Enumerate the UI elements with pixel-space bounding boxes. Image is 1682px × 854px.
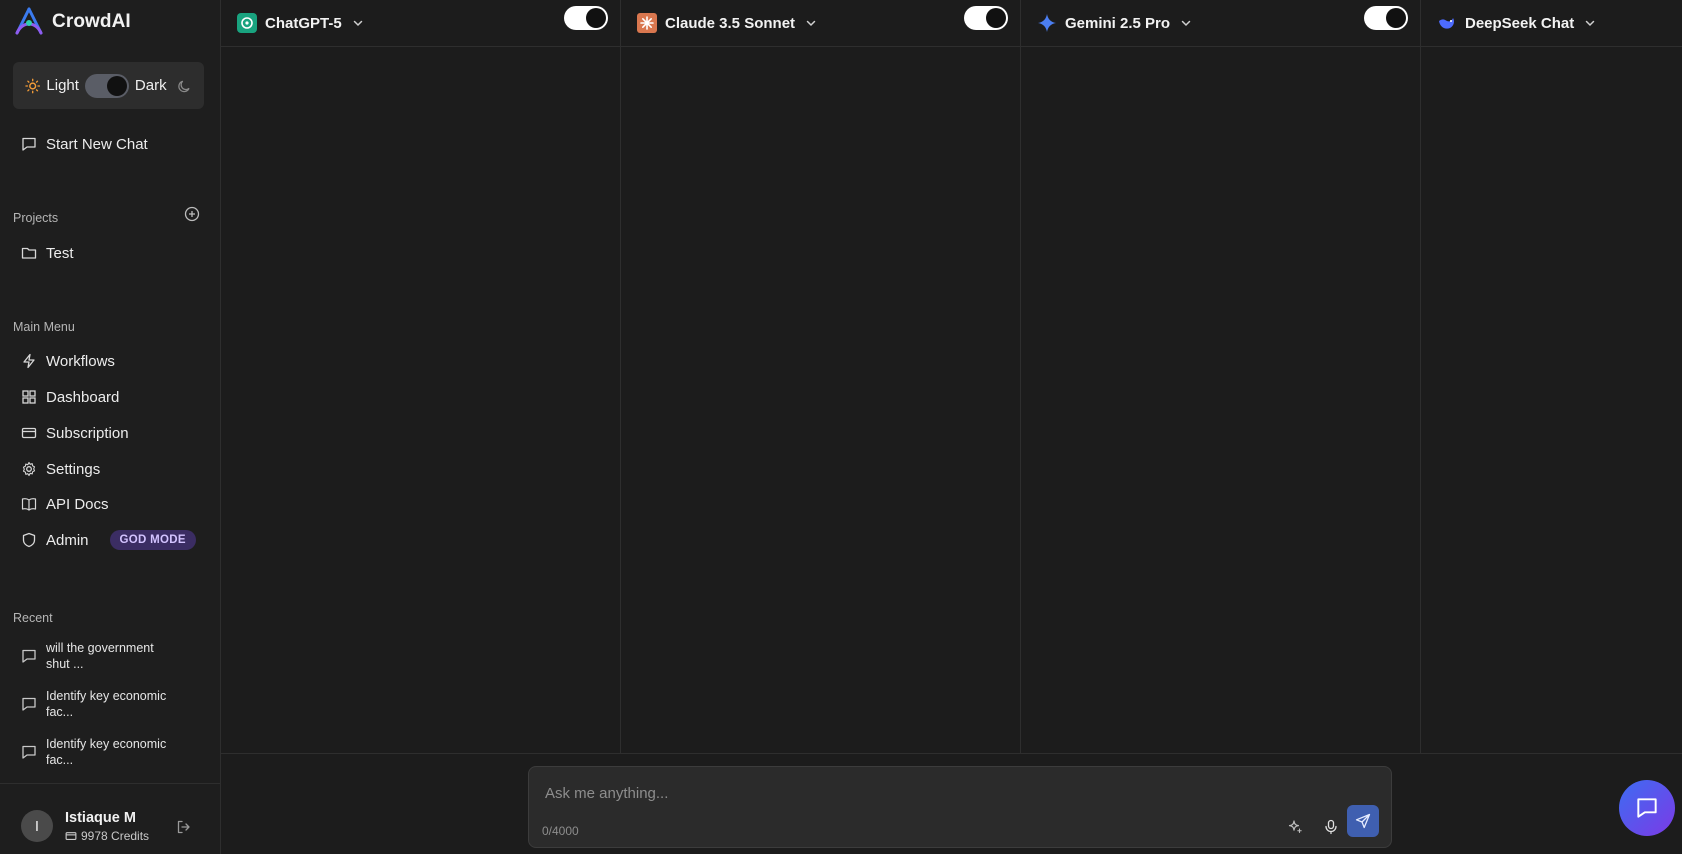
chat-bubble-icon	[22, 697, 36, 711]
chat-bubble-icon	[22, 745, 36, 759]
logout-button[interactable]	[176, 819, 192, 840]
chevron-down-icon[interactable]	[1584, 17, 1596, 29]
sidebar-item-label: Admin	[46, 531, 89, 549]
message-square-icon	[1637, 798, 1657, 818]
support-chat-button[interactable]	[1619, 780, 1675, 836]
model-selector[interactable]: ChatGPT-5	[265, 15, 342, 32]
app-name: CrowdAI	[52, 11, 131, 32]
brand[interactable]: CrowdAI	[12, 6, 131, 38]
book-icon	[21, 498, 37, 511]
theme-toggle[interactable]	[84, 73, 129, 98]
model-enable-toggle[interactable]	[564, 6, 608, 30]
sidebar-item-admin[interactable]: Admin GOD MODE	[21, 528, 196, 552]
plus-circle-icon	[184, 206, 200, 222]
sidebar-item-settings[interactable]: Settings	[21, 457, 100, 481]
user-credits: 9978 Credits	[65, 829, 149, 843]
grid-icon	[22, 390, 36, 404]
light-label: Light	[46, 77, 79, 94]
sun-icon[interactable]	[25, 78, 41, 94]
user-profile: I Istiaque M 9978 Credits	[0, 783, 221, 854]
recent-chat-line1: Identify key economic	[46, 737, 167, 751]
project-item-test[interactable]: Test	[21, 241, 74, 265]
sidebar-item-subscription[interactable]: Subscription	[21, 421, 129, 445]
chat-bubble-icon	[22, 649, 36, 663]
crowdai-logo-icon	[15, 7, 43, 35]
deepseek-icon	[1439, 18, 1454, 29]
theme-switcher: Light Dark	[13, 62, 204, 109]
model-column-deepseek: DeepSeek Chat	[1421, 0, 1682, 754]
send-icon	[1355, 813, 1371, 829]
avatar[interactable]: I	[21, 810, 53, 842]
sidebar-item-api-docs[interactable]: API Docs	[21, 492, 109, 516]
chevron-down-icon[interactable]	[1180, 17, 1192, 29]
recent-chat-line1: Identify key economic	[46, 689, 167, 703]
claude-icon	[637, 13, 657, 33]
logout-icon	[177, 820, 190, 834]
god-mode-badge: GOD MODE	[109, 530, 196, 550]
model-selector[interactable]: Claude 3.5 Sonnet	[665, 15, 795, 32]
model-enable-toggle[interactable]	[964, 6, 1008, 30]
chat-bubble-icon	[22, 137, 36, 151]
recent-title: Recent	[13, 611, 53, 625]
credit-card-icon	[21, 427, 37, 439]
dark-label: Dark	[134, 77, 167, 94]
model-columns: ChatGPT-5 Claude 3.5 Sonnet Gemini 2.5 P…	[221, 0, 1682, 754]
model-column-gemini: Gemini 2.5 Pro	[1021, 0, 1421, 754]
zap-icon	[23, 353, 35, 369]
user-name: Istiaque M	[65, 810, 136, 826]
project-label: Test	[46, 244, 74, 262]
sidebar-item-label: Settings	[46, 460, 101, 478]
main-menu-title: Main Menu	[13, 320, 75, 334]
gear-icon	[22, 461, 36, 477]
recent-chat-line2: fac...	[46, 753, 74, 767]
projects-title: Projects	[13, 211, 59, 225]
model-header: DeepSeek Chat	[1421, 0, 1682, 47]
shield-icon	[22, 532, 36, 548]
recent-chat-line2: fac...	[46, 705, 74, 719]
chevron-down-icon[interactable]	[805, 17, 817, 29]
recent-chat-item[interactable]: will the government shut ...	[21, 640, 201, 672]
model-header: ChatGPT-5	[221, 0, 620, 47]
moon-icon[interactable]	[177, 78, 192, 94]
start-new-chat-label: Start New Chat	[46, 135, 148, 153]
recent-chat-item[interactable]: Identify key economic fac...	[21, 688, 201, 720]
folder-icon	[21, 247, 37, 259]
voice-input-button[interactable]	[1319, 815, 1343, 839]
microphone-icon	[1325, 819, 1337, 835]
enhance-prompt-button[interactable]	[1283, 815, 1307, 839]
chat-composer: 0/4000	[528, 766, 1392, 848]
credits-value: 9978 Credits	[81, 829, 150, 843]
add-project-button[interactable]	[184, 206, 200, 227]
prompt-input[interactable]	[545, 781, 1305, 805]
gemini-icon	[1038, 14, 1056, 32]
character-counter: 0/4000	[542, 824, 579, 838]
openai-icon	[237, 13, 257, 33]
sparkles-icon	[1288, 820, 1302, 834]
recent-chat-line2: shut ...	[46, 657, 84, 671]
model-selector[interactable]: Gemini 2.5 Pro	[1065, 15, 1170, 32]
sidebar-item-dashboard[interactable]: Dashboard	[21, 385, 119, 409]
credit-card-icon	[65, 832, 77, 840]
sidebar: CrowdAI Light Dark Start New Chat Projec…	[0, 0, 221, 854]
recent-chat-line1: will the government	[46, 641, 154, 655]
sidebar-item-label: Subscription	[46, 424, 129, 442]
recent-chat-item[interactable]: Identify key economic fac...	[21, 736, 201, 768]
model-enable-toggle[interactable]	[1364, 6, 1408, 30]
sidebar-item-label: API Docs	[46, 495, 109, 513]
sidebar-item-label: Dashboard	[46, 388, 120, 406]
chevron-down-icon[interactable]	[352, 17, 364, 29]
model-column-claude: Claude 3.5 Sonnet	[621, 0, 1021, 754]
send-button[interactable]	[1347, 805, 1379, 837]
model-header: Claude 3.5 Sonnet	[621, 0, 1020, 47]
start-new-chat-button[interactable]: Start New Chat	[21, 132, 148, 156]
model-selector[interactable]: DeepSeek Chat	[1465, 15, 1574, 32]
model-header: Gemini 2.5 Pro	[1021, 0, 1420, 47]
sidebar-item-workflows[interactable]: Workflows	[21, 349, 115, 373]
sidebar-item-label: Workflows	[46, 352, 115, 370]
model-column-chatgpt: ChatGPT-5	[221, 0, 621, 754]
